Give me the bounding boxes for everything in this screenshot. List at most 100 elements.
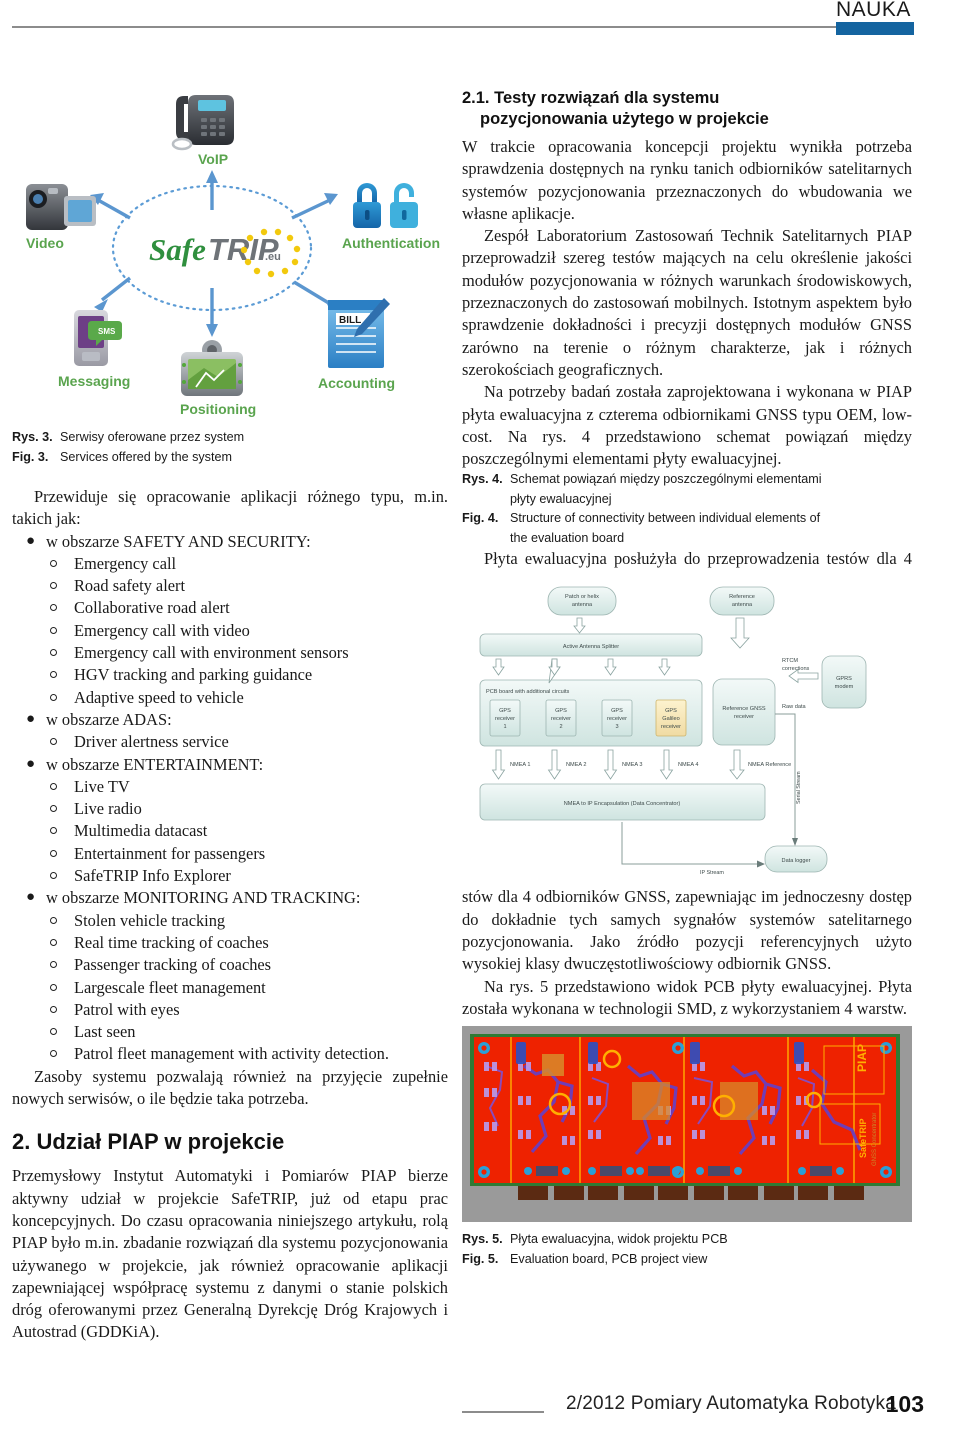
label-pcb-board: PCB board with additional circuits [486,689,570,695]
list-item: Live radio [12,798,448,820]
header-accent-box [836,22,914,35]
list-item-label: Entertainment for passengers [74,843,266,863]
figure-5-pcb-view: SafeTRIP GNSS Concentrator PIAP [462,1026,912,1223]
list-item: Driver alertness service [12,731,448,753]
arrow-accounting [293,280,333,307]
right-paragraph-1: W trakcie opracowania koncepcji projektu… [462,137,912,223]
footer-journal-title: 2/2012 Pomiary Automatyka Robotyka [566,1393,896,1414]
label-active-splitter: Active Antenna Splitter [563,644,619,650]
node-label-positioning: Positioning [180,401,256,417]
services-sublist-adas: Driver alertness service [12,731,448,753]
bill-notepad-icon: BILL [328,298,390,368]
fig3-caption-en-text: Services offered by the system [60,450,232,464]
circle-bullet-icon [50,626,57,634]
services-list-adas: ● w obszarze ADAS: [12,709,448,731]
page-footer: 2/2012 Pomiary Automatyka Robotyka 103 [462,1391,924,1421]
edge-label-ip-stream: IP Stream [700,870,724,876]
list-item-label: Real time tracking of coaches [74,932,269,952]
list-group-entertainment: ● w obszarze ENTERTAINMENT: [12,754,448,776]
list-item: Collaborative road alert [12,597,448,619]
list-item-label: SafeTRIP Info Explorer [74,866,231,886]
fig4-caption-en-label: Fig. 4. [462,511,499,526]
label-gps3-c: 3 [615,724,618,730]
gps-navigator-icon [181,340,243,396]
label-gps2-b: receiver [551,716,571,722]
group-title: w obszarze MONITORING AND TRACKING: [46,888,361,908]
list-item: Road safety alert [12,575,448,597]
label-patch-antenna-2: antenna [572,602,593,608]
list-group-adas: ● w obszarze ADAS: [12,709,448,731]
board-silkscreen-piap: PIAP [855,1044,869,1072]
list-item-label: Patrol with eyes [74,999,180,1019]
subsection-heading-2-1: 2.1. Testy rozwiązań dla systemu pozycjo… [462,88,912,130]
label-galileo-b: Galileo [662,716,679,722]
subsection-heading-line1: 2.1. Testy rozwiązań dla systemu [462,89,720,107]
list-item: Patrol fleet management with activity de… [12,1043,448,1065]
figure-4-connectivity-diagram: Patch or helix antenna Reference antenna… [462,574,912,884]
list-item-label: Largescale fleet management [74,977,266,997]
fig4-caption-pl-text: Schemat powiązań między poszczególnymi e… [510,472,822,487]
fig5-caption-pl-text: Płyta ewaluacyjna, widok projektu PCB [510,1232,728,1247]
label-reference-antenna-2: antenna [732,602,753,608]
list-item: Live TV [12,776,448,798]
figure-3-caption: Rys. 3. Serwisy oferowane przez system F… [12,428,448,467]
services-list-monitoring: ● w obszarze MONITORING AND TRACKING: [12,887,448,909]
list-item: Passenger tracking of coaches [12,954,448,976]
board-silkscreen-gnss: GNSS Concentrator [872,1113,878,1166]
list-item-label: Road safety alert [74,576,186,596]
svg-text:BILL: BILL [339,315,361,326]
fig4-caption-pl-label: Rys. 4. [462,472,503,487]
list-item-label: Driver alertness service [74,732,229,752]
fig4-caption-en-text: Structure of connectivity between indivi… [510,511,821,526]
list-item-label: Collaborative road alert [74,598,230,618]
label-gprs-a: GPRS [836,676,852,682]
list-item: Multimedia datacast [12,820,448,842]
list-item: Emergency call [12,553,448,575]
circle-bullet-icon [50,693,57,701]
label-gps2-a: GPS [555,708,567,714]
safetrip-logo-text: Safe [149,232,206,267]
arrow-authentication [291,198,331,220]
left-intro-paragraph: Przewiduje się opracowanie aplikacji róż… [12,487,448,529]
list-item-label: Multimedia datacast [74,821,208,841]
footer-rule [462,1411,544,1413]
fig3-caption-en-label: Fig. 3. [12,450,49,464]
board-silkscreen-safetrip: SafeTRIP [858,1119,868,1159]
fig5-caption-en-text: Evaluation board, PCB project view [510,1252,708,1267]
circle-bullet-icon [50,849,57,857]
list-item-label: Passenger tracking of coaches [74,955,272,975]
arrow-video [97,198,131,220]
group-title: w obszarze ADAS: [46,709,172,729]
fig4-caption-en-text2: the evaluation board [510,531,625,546]
edge-label-rtcm-1: RTCM [782,658,798,664]
list-item-label: Emergency call [74,553,177,573]
bullet-icon: ● [26,889,36,906]
group-title: w obszarze SAFETY AND SECURITY: [46,531,311,551]
circle-bullet-icon [50,671,57,679]
edge-label-nmea-reference: NMEA Reference [748,762,791,768]
section-heading-2: 2. Udział PIAP w projekcie [12,1129,285,1155]
page-header: NAUKA [0,0,960,40]
header-rule [12,26,836,28]
list-item-label: Emergency call with video [74,620,250,640]
figure-3-safetrip-services: Safe TRIP .eu VoIP Authentication BILL A… [12,60,448,428]
circle-bullet-icon [50,582,57,590]
edge-label-nmea-4: NMEA 4 [678,762,699,768]
header-label: NAUKA [836,0,911,21]
label-reference-antenna-1: Reference [729,594,755,600]
right-paragraph-2: Zespół Laboratorium Zastosowań Technik S… [462,226,912,379]
edge-label-nmea-3: NMEA 3 [622,762,643,768]
block-gprs-modem [821,656,867,709]
list-item-label: Patrol fleet management with activity de… [74,1044,389,1064]
edge-label-nmea-2: NMEA 2 [566,762,587,768]
node-label-authentication: Authentication [342,235,440,251]
list-item-label: Live radio [74,799,142,819]
left-column: Safe TRIP .eu VoIP Authentication BILL A… [12,60,448,1344]
right-column: 2.1. Testy rozwiązań dla systemu pozycjo… [462,88,912,1270]
list-item: Adaptive speed to vehicle [12,687,448,709]
right-paragraph-4-start: Płyta ewaluacyjna posłużyła do przeprowa… [484,549,912,569]
node-label-accounting: Accounting [318,375,395,391]
circle-bullet-icon [50,1050,57,1058]
list-item: Entertainment for passengers [12,843,448,865]
label-gps3-b: receiver [607,716,627,722]
